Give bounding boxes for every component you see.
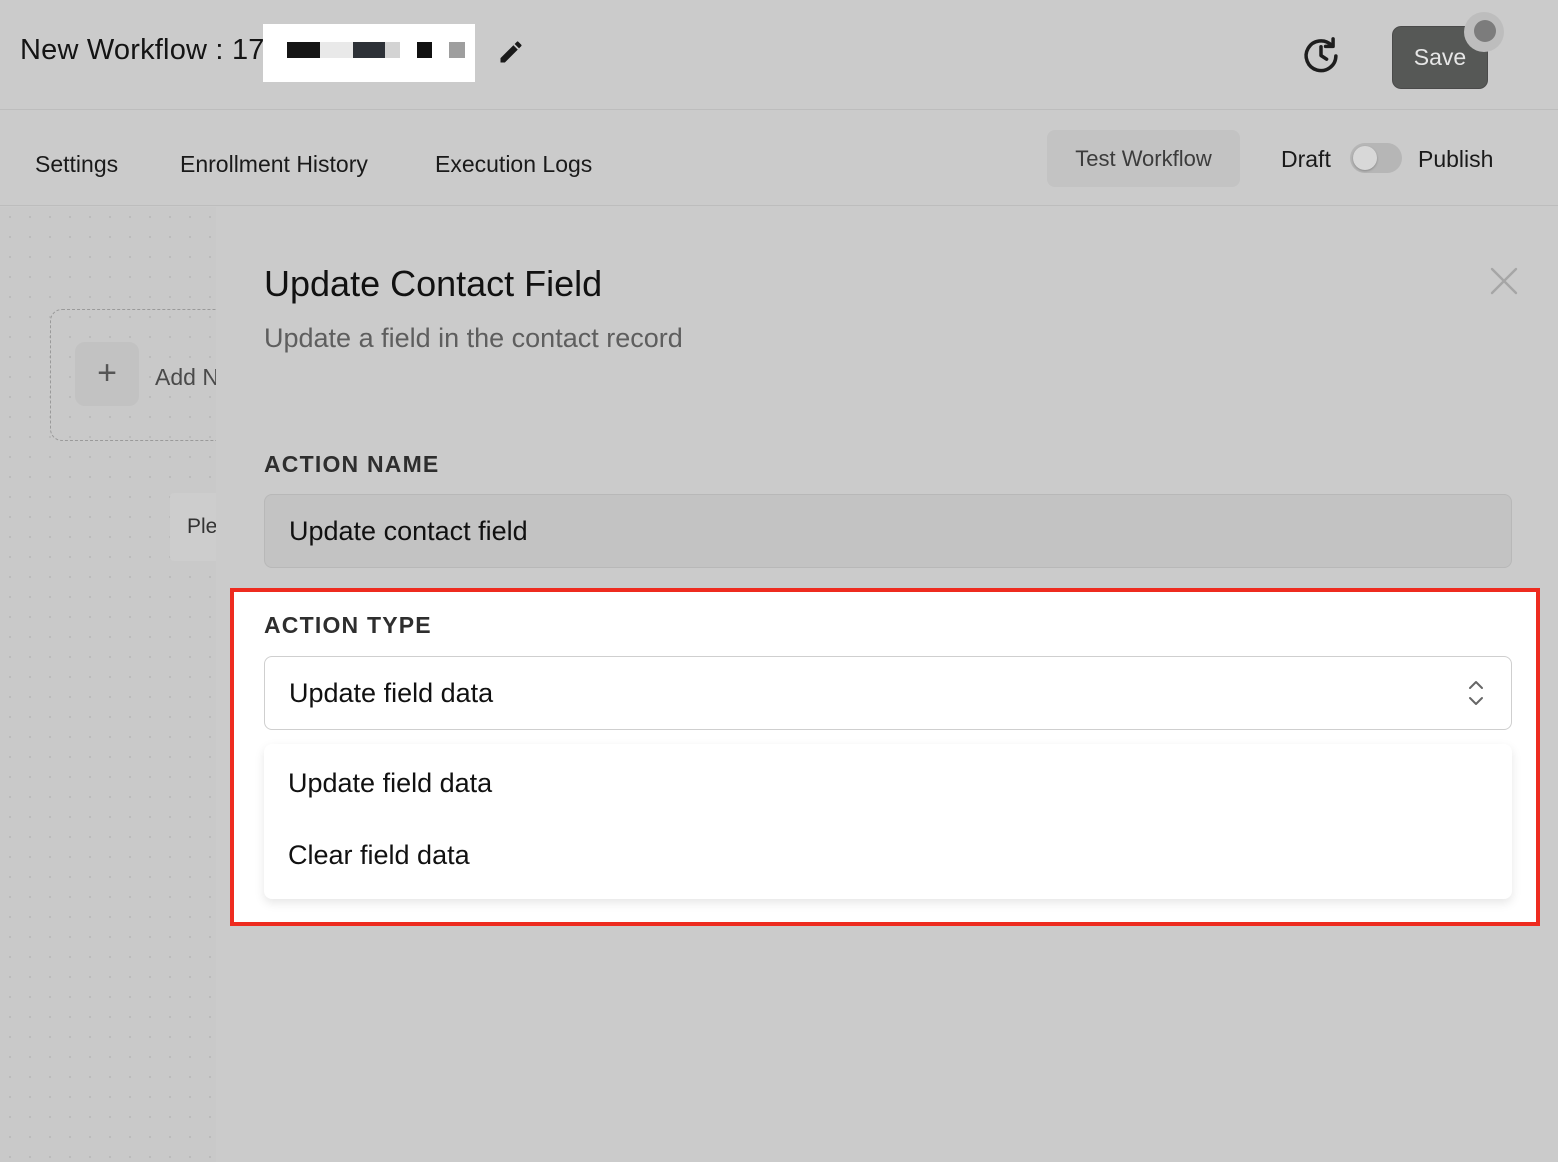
- panel-subtitle: Update a field in the contact record: [264, 323, 683, 353]
- sub-navigation: Settings Enrollment History Execution Lo…: [0, 111, 1558, 206]
- plus-icon[interactable]: +: [75, 342, 139, 406]
- test-workflow-button[interactable]: Test Workflow: [1047, 130, 1240, 187]
- panel-title: Update Contact Field: [264, 263, 603, 304]
- save-status-dot: [1464, 12, 1504, 52]
- action-type-highlight: ACTION TYPE Update field data Update fie…: [230, 588, 1540, 926]
- action-type-label: ACTION TYPE: [264, 612, 432, 638]
- draft-label: Draft: [1281, 146, 1331, 172]
- option-update-field-data[interactable]: Update field data: [288, 768, 492, 799]
- add-node-label: Add N: [155, 364, 216, 390]
- pencil-icon[interactable]: [497, 38, 525, 66]
- history-clock-icon[interactable]: [1300, 34, 1342, 76]
- top-header: New Workflow : 17 Save: [0, 0, 1558, 110]
- action-type-select[interactable]: Update field data: [264, 656, 1512, 730]
- update-contact-field-panel: Update Contact Field Update a field in t…: [216, 207, 1558, 1162]
- tab-execution-logs[interactable]: Execution Logs: [435, 151, 592, 178]
- action-type-dropdown: Update field data Clear field data: [264, 744, 1512, 899]
- workflow-title: New Workflow : 17: [20, 34, 265, 66]
- add-node-card[interactable]: + Add N: [50, 309, 216, 441]
- option-clear-field-data[interactable]: Clear field data: [288, 840, 470, 871]
- action-type-selected-value: Update field data: [289, 678, 494, 708]
- publish-label: Publish: [1418, 146, 1494, 172]
- action-name-input[interactable]: [264, 494, 1512, 568]
- close-icon[interactable]: [1488, 265, 1520, 297]
- tab-enrollment-history[interactable]: Enrollment History: [180, 151, 368, 178]
- publish-toggle[interactable]: [1350, 143, 1402, 173]
- canvas-hint-card: Ple: [170, 493, 216, 561]
- toggle-knob: [1353, 146, 1377, 170]
- canvas-hint-text: Ple: [187, 515, 216, 538]
- tab-settings[interactable]: Settings: [35, 151, 118, 178]
- redacted-workflow-id: [263, 24, 475, 82]
- workflow-canvas[interactable]: + Add N Ple: [0, 207, 216, 1162]
- action-name-label: ACTION NAME: [264, 451, 440, 477]
- chevron-up-down-icon: [1469, 681, 1483, 705]
